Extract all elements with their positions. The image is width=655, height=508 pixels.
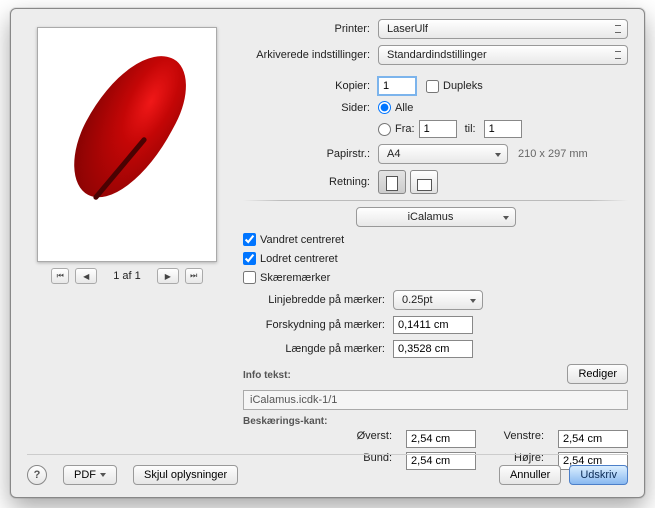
pages-label: Sider: bbox=[243, 102, 378, 114]
crop-left-label: Venstre: bbox=[490, 430, 544, 448]
printer-select[interactable]: LaserUlf bbox=[378, 19, 628, 39]
section-select[interactable]: iCalamus bbox=[356, 207, 516, 227]
preview-nav: ⏮ ◀ 1 af 1 ▶ ⏭ bbox=[27, 268, 227, 284]
orientation-landscape-button[interactable] bbox=[410, 170, 438, 194]
copies-input[interactable] bbox=[378, 77, 416, 95]
pages-from-label: Fra: bbox=[395, 123, 415, 135]
cropmarks-checkbox[interactable] bbox=[243, 271, 256, 284]
crop-top-input[interactable] bbox=[406, 430, 476, 448]
crop-top-label: Øverst: bbox=[343, 430, 392, 448]
dialog-footer: ? PDF Skjul oplysninger Annuller Udskriv bbox=[27, 454, 628, 485]
next-page-button[interactable]: ▶ bbox=[157, 268, 179, 284]
duplex-label: Dupleks bbox=[443, 80, 483, 92]
print-button[interactable]: Udskriv bbox=[569, 465, 628, 485]
presets-select[interactable]: Standardindstillinger bbox=[378, 45, 628, 65]
presets-label: Arkiverede indstillinger: bbox=[243, 49, 378, 61]
print-dialog: ⏮ ◀ 1 af 1 ▶ ⏭ Printer: LaserUlf Arkiver… bbox=[10, 8, 645, 498]
crop-edge-head: Beskærings-kant: bbox=[243, 416, 628, 427]
pages-all-radio[interactable] bbox=[378, 101, 391, 114]
pages-range-radio[interactable] bbox=[378, 123, 391, 136]
pages-to-input[interactable] bbox=[484, 120, 522, 138]
paper-select[interactable]: A4 bbox=[378, 144, 508, 164]
last-page-button[interactable]: ⏭ bbox=[185, 268, 203, 284]
page-counter: 1 af 1 bbox=[113, 270, 141, 282]
pages-to-label: til: bbox=[465, 123, 476, 135]
center-h-checkbox[interactable] bbox=[243, 233, 256, 246]
preview-column: ⏮ ◀ 1 af 1 ▶ ⏭ bbox=[27, 19, 227, 470]
cropmarks-label: Skæremærker bbox=[260, 272, 330, 284]
page-preview bbox=[37, 27, 217, 262]
length-input[interactable] bbox=[393, 340, 473, 358]
orientation-portrait-button[interactable] bbox=[378, 170, 406, 194]
paper-label: Papirstr.: bbox=[243, 148, 378, 160]
pdf-menu-button[interactable]: PDF bbox=[63, 465, 117, 485]
offset-label: Forskydning på mærker: bbox=[263, 319, 393, 331]
print-options: Printer: LaserUlf Arkiverede indstilling… bbox=[243, 19, 628, 470]
crop-left-input[interactable] bbox=[558, 430, 628, 448]
section-divider bbox=[243, 200, 628, 201]
hide-details-button[interactable]: Skjul oplysninger bbox=[133, 465, 238, 485]
linewidth-select[interactable]: 0.25pt bbox=[393, 290, 483, 310]
pages-from-input[interactable] bbox=[419, 120, 457, 138]
center-h-label: Vandret centreret bbox=[260, 234, 344, 246]
help-button[interactable]: ? bbox=[27, 465, 47, 485]
prev-page-button[interactable]: ◀ bbox=[75, 268, 97, 284]
offset-input[interactable] bbox=[393, 316, 473, 334]
cancel-button[interactable]: Annuller bbox=[499, 465, 561, 485]
info-text-label: Info tekst: bbox=[243, 370, 291, 381]
printer-label: Printer: bbox=[243, 23, 378, 35]
copies-label: Kopier: bbox=[243, 80, 378, 92]
center-v-label: Lodret centreret bbox=[260, 253, 338, 265]
pages-all-label: Alle bbox=[395, 102, 413, 114]
preview-content-feather bbox=[54, 46, 204, 246]
length-label: Længde på mærker: bbox=[263, 343, 393, 355]
center-v-checkbox[interactable] bbox=[243, 252, 256, 265]
info-text-value: iCalamus.icdk-1/1 bbox=[243, 390, 628, 410]
paper-dims: 210 x 297 mm bbox=[518, 148, 588, 160]
duplex-checkbox[interactable] bbox=[426, 80, 439, 93]
first-page-button[interactable]: ⏮ bbox=[51, 268, 69, 284]
orientation-label: Retning: bbox=[243, 176, 378, 188]
edit-info-button[interactable]: Rediger bbox=[567, 364, 628, 384]
linewidth-label: Linjebredde på mærker: bbox=[263, 294, 393, 306]
